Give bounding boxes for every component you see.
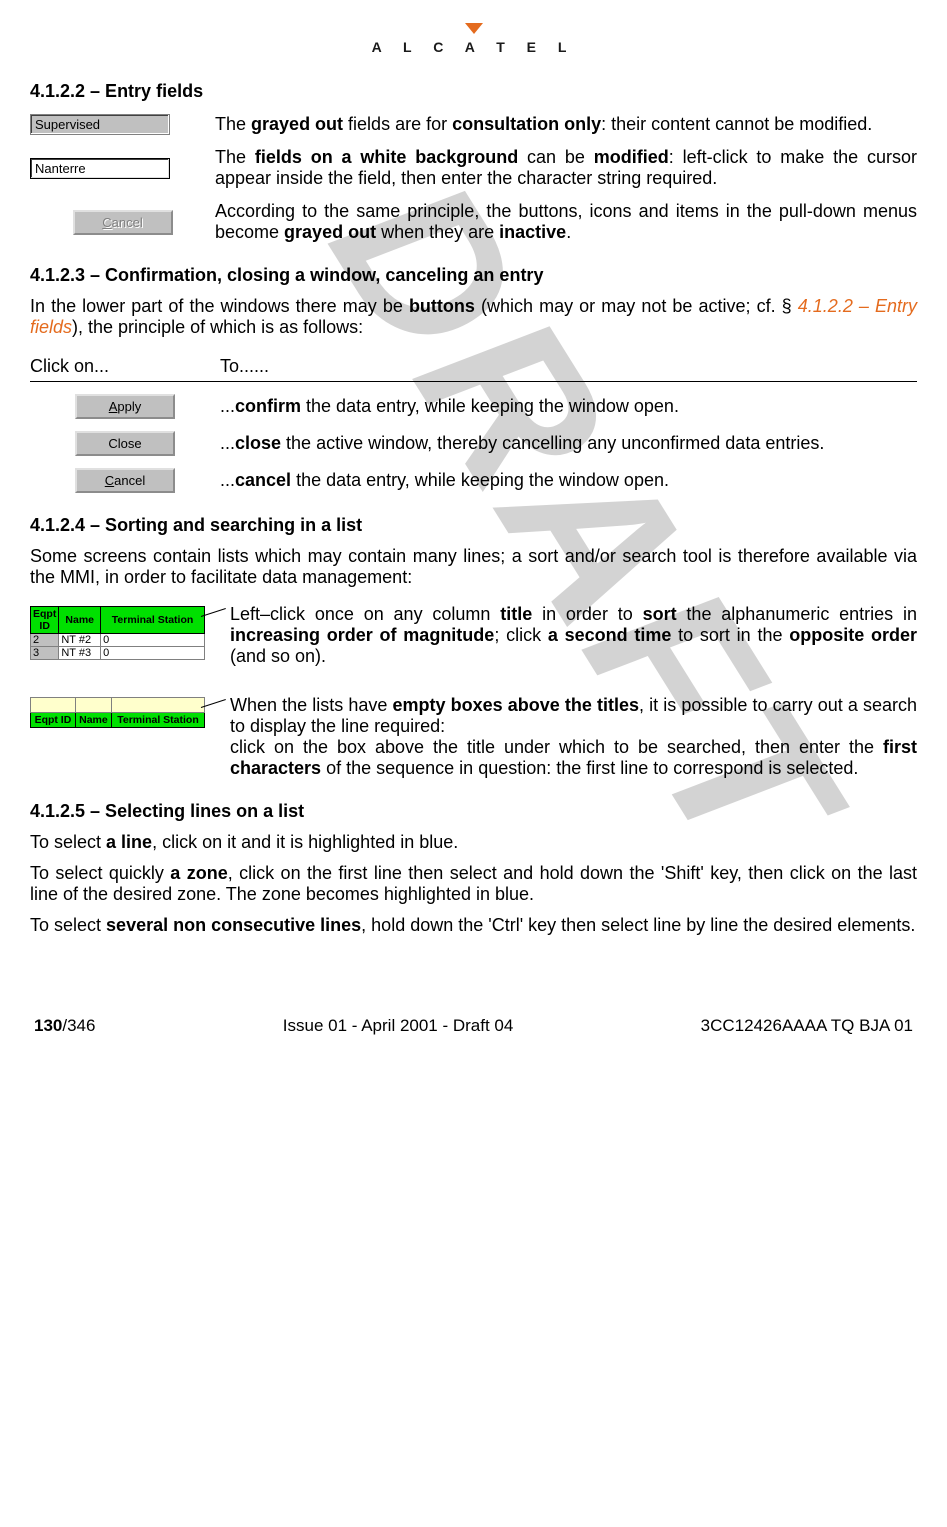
apply-button[interactable]: Apply (75, 394, 175, 419)
cancel-button-disabled-example: Cancel (73, 210, 173, 235)
close-description: ...close the active window, thereby canc… (220, 433, 917, 454)
sorting-intro: Some screens contain lists which may con… (30, 546, 917, 588)
logo-triangle-icon (465, 23, 483, 34)
brand-logo: A L C A T E L (30, 20, 917, 55)
disabled-button-description: According to the same principle, the but… (215, 201, 917, 243)
confirmation-intro: In the lower part of the windows there m… (30, 296, 917, 338)
heading-4-1-2-3: 4.1.2.3 – Confirmation, closing a window… (30, 265, 917, 286)
issue-info: Issue 01 - April 2001 - Draft 04 (283, 1016, 514, 1036)
col-terminal-station[interactable]: Terminal Station (101, 607, 205, 634)
table-row[interactable]: 3 NT #3 0 (31, 647, 205, 660)
action-table-header: Click on... To...... (30, 356, 917, 382)
page-number: 130 (34, 1016, 62, 1035)
editable-field-description: The fields on a white background can be … (215, 147, 917, 189)
col-terminal-station[interactable]: Terminal Station (112, 713, 205, 728)
select-multi-para: To select several non consecutive lines,… (30, 915, 917, 936)
brand-name: A L C A T E L (30, 39, 917, 55)
col-eqpt-id[interactable]: Eqpt ID (31, 607, 59, 634)
close-button[interactable]: Close (75, 431, 175, 456)
table-row[interactable]: 2 NT #2 0 (31, 634, 205, 647)
apply-description: ...confirm the data entry, while keeping… (220, 396, 917, 417)
doc-reference: 3CC12426AAAA TQ BJA 01 (701, 1016, 913, 1036)
search-box-eqpt-id[interactable] (31, 698, 76, 713)
cancel-description: ...cancel the data entry, while keeping … (220, 470, 917, 491)
select-line-para: To select a line, click on it and it is … (30, 832, 917, 853)
pointer-line-icon (205, 606, 227, 626)
editable-example-field[interactable]: Nanterre (30, 158, 170, 179)
table-header-to: To...... (220, 356, 917, 377)
readonly-field-description: The grayed out fields are for consultati… (215, 114, 917, 135)
col-name[interactable]: Name (75, 713, 111, 728)
col-name[interactable]: Name (59, 607, 101, 634)
page-footer: 130/346 Issue 01 - April 2001 - Draft 04… (30, 1016, 917, 1036)
page-total: /346 (62, 1016, 95, 1035)
select-zone-para: To select quickly a zone, click on the f… (30, 863, 917, 905)
heading-4-1-2-4: 4.1.2.4 – Sorting and searching in a lis… (30, 515, 917, 536)
heading-4-1-2-2: 4.1.2.2 – Entry fields (30, 81, 917, 102)
heading-4-1-2-5: 4.1.2.5 – Selecting lines on a list (30, 801, 917, 822)
sort-example-table: Eqpt ID Name Terminal Station 2 NT #2 0 … (30, 606, 205, 660)
pointer-line-icon (205, 697, 227, 717)
readonly-example-field: Supervised (30, 114, 170, 135)
col-eqpt-id[interactable]: Eqpt ID (31, 713, 76, 728)
search-box-name[interactable] (75, 698, 111, 713)
sort-description: Left–click once on any column title in o… (230, 604, 917, 667)
search-box-terminal-station[interactable] (112, 698, 205, 713)
cancel-button[interactable]: Cancel (75, 468, 175, 493)
search-example-table: Eqpt ID Name Terminal Station (30, 697, 205, 728)
search-description: When the lists have empty boxes above th… (230, 695, 917, 779)
table-header-click-on: Click on... (30, 356, 220, 377)
